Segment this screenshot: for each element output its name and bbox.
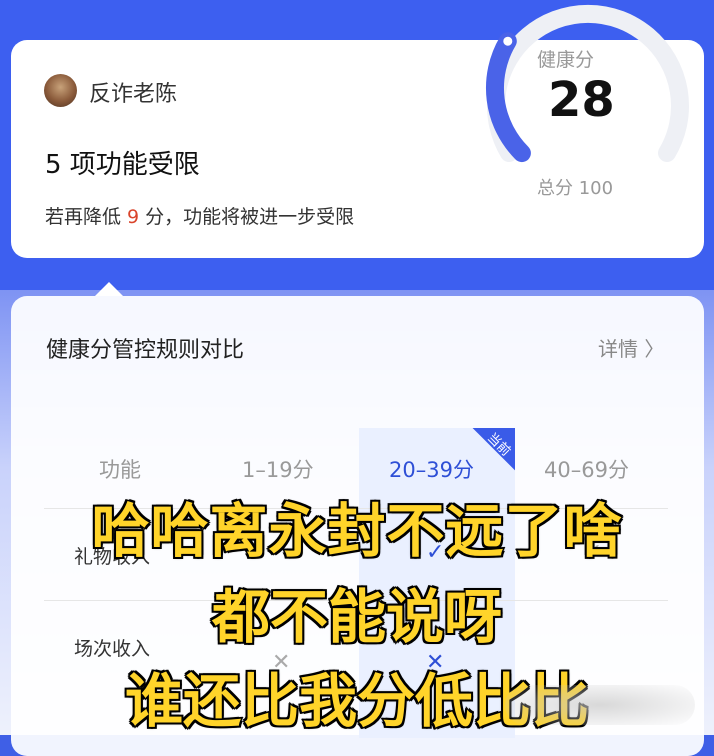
- column-header-tier-1: 1–19分: [242, 458, 314, 482]
- column-header-tier-3: 40–69分: [544, 458, 629, 482]
- card-pointer: [95, 282, 123, 296]
- warning-suffix: 分，功能将被进一步受限: [139, 206, 355, 228]
- avatar[interactable]: [44, 74, 77, 107]
- watermark: [505, 685, 695, 725]
- health-score-label: 健康分: [537, 49, 595, 71]
- restricted-features-title: 5 项功能受限: [45, 150, 200, 180]
- warning-number: 9: [127, 206, 140, 228]
- restriction-warning: 若再降低 9 分，功能将被进一步受限: [45, 202, 354, 229]
- rules-section-title: 健康分管控规则对比: [46, 338, 245, 363]
- current-badge: 当前: [459, 428, 515, 484]
- warning-prefix: 若再降低: [45, 206, 128, 228]
- details-link[interactable]: 详情 〉: [598, 333, 664, 362]
- health-score-total: 总分 100: [537, 178, 614, 199]
- health-score-value: 28: [548, 72, 615, 128]
- caption-line-2: 都不能说呀: [210, 582, 503, 653]
- caption-line-1: 哈哈离永封不远了啥: [90, 496, 623, 567]
- column-header-feature: 功能: [99, 458, 141, 482]
- gauge-knob: [500, 33, 516, 49]
- username: 反诈老陈: [89, 82, 178, 107]
